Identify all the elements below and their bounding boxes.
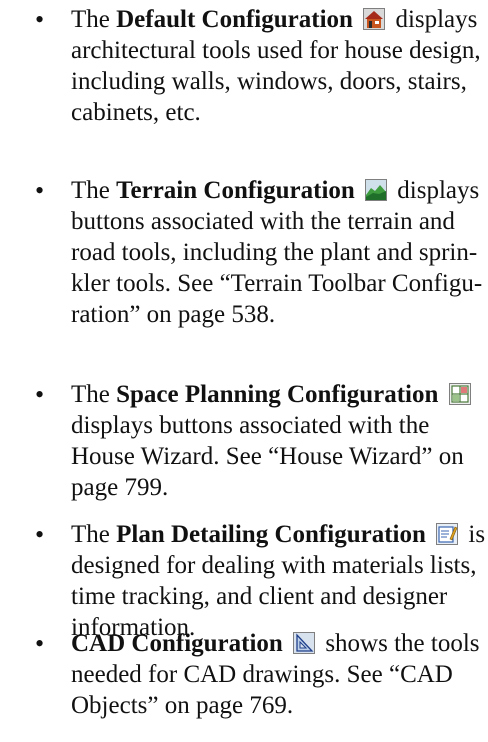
space-planning-icon <box>448 383 471 405</box>
bullet: • <box>35 520 45 549</box>
paragraph: The Default Configuration displays archi… <box>71 4 487 128</box>
text-line: CAD Configuration shows the tools <box>71 628 487 659</box>
text-line: architectural tools used for house desig… <box>71 37 481 64</box>
text-line: House Wizard. See “House Wizard” on <box>71 443 464 470</box>
text: shows the tools <box>319 630 480 657</box>
term-terrain-configuration: Terrain Configuration <box>116 177 355 204</box>
bullet: • <box>35 380 45 409</box>
term-default-configuration: Default Configuration <box>116 6 353 33</box>
text-line: page 799. <box>71 474 169 501</box>
text-line: time tracking, and client and designer <box>71 583 448 610</box>
text-line: The Terrain Configuration displays <box>71 175 487 206</box>
text: displays <box>389 6 478 33</box>
text: displays <box>391 177 480 204</box>
cad-triangle-icon <box>293 632 316 654</box>
text: The <box>71 521 117 548</box>
paragraph: The Space Planning Configuration display… <box>71 379 487 503</box>
text-line: The Default Configuration displays <box>71 4 487 35</box>
text-line: The Space Planning Configuration <box>71 379 487 410</box>
text-line: kler tools. See “Terrain Toolbar Configu… <box>71 270 483 297</box>
text-line: displays buttons associated with the <box>71 412 430 439</box>
term-plan-detailing-configuration: Plan Detailing Configuration <box>116 521 426 548</box>
text-line: The Plan Detailing Configuration is <box>71 519 487 550</box>
paragraph: The Terrain Configuration displays butto… <box>71 175 487 330</box>
text: The <box>71 6 117 33</box>
document-page: • The Default Configuration displays arc… <box>0 0 488 742</box>
text-line: including walls, windows, doors, stairs, <box>71 68 467 95</box>
text-line: needed for CAD drawings. See “CAD <box>71 661 453 688</box>
bullet: • <box>35 176 45 205</box>
plan-detailing-icon <box>436 523 459 545</box>
text: The <box>71 177 117 204</box>
bullet: • <box>35 5 45 34</box>
text-line: ration” on page 538. <box>71 301 276 328</box>
text-line: Objects” on page 769. <box>71 692 294 719</box>
terrain-icon <box>365 179 388 201</box>
text-line: cabinets, etc. <box>71 99 201 126</box>
paragraph: The Plan Detailing Configuration is desi… <box>71 519 487 643</box>
term-space-planning-configuration: Space Planning Configuration <box>116 381 439 408</box>
text-line: road tools, including the plant and spri… <box>71 239 478 266</box>
bullet: • <box>35 629 45 658</box>
term-cad-configuration: CAD Configuration <box>71 630 283 657</box>
text: The <box>71 381 117 408</box>
paragraph: CAD Configuration shows the tools needed… <box>71 628 487 721</box>
text: is <box>462 521 486 548</box>
text-line: buttons associated with the terrain and <box>71 208 455 235</box>
house-icon <box>363 8 386 30</box>
text-line: designed for dealing with materials list… <box>71 552 477 579</box>
